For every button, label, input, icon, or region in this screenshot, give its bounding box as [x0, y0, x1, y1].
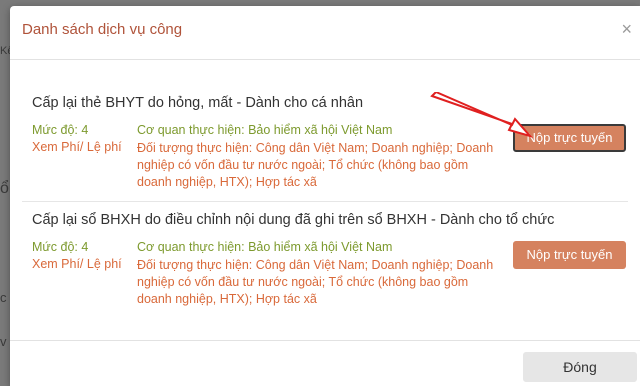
service-subjects: Đối tượng thực hiện: Công dân Việt Nam; … — [137, 258, 494, 306]
service-title: Cấp lại sổ BHXH do điều chỉnh nội dung đ… — [32, 212, 555, 228]
divider — [22, 201, 628, 202]
service-title: Cấp lại thẻ BHYT do hỏng, mất - Dành cho… — [32, 95, 364, 111]
close-icon[interactable]: × — [621, 19, 632, 40]
background-text: v — [0, 334, 7, 349]
service-agency: Cơ quan thực hiện: Bảo hiểm xã hội Việt … — [137, 123, 393, 137]
footer-divider — [10, 340, 640, 341]
service-level: Mức độ: 4 — [32, 123, 89, 137]
dialog-title: Danh sách dịch vụ công — [22, 21, 183, 38]
fee-link[interactable]: Xem Phí/ Lệ phí — [32, 140, 122, 154]
fee-link[interactable]: Xem Phí/ Lệ phí — [32, 257, 122, 271]
service-agency: Cơ quan thực hiện: Bảo hiểm xã hội Việt … — [137, 240, 393, 254]
dialog-header: Danh sách dịch vụ công × — [10, 6, 640, 60]
red-arrow-icon — [430, 92, 534, 138]
services-dialog: Danh sách dịch vụ công × Cấp lại thẻ BHY… — [10, 6, 640, 386]
background-text: c — [0, 290, 7, 305]
service-level: Mức độ: 4 — [32, 240, 89, 254]
submit-online-button[interactable]: Nộp trực tuyến — [513, 241, 626, 269]
close-button[interactable]: Đóng — [523, 352, 637, 382]
